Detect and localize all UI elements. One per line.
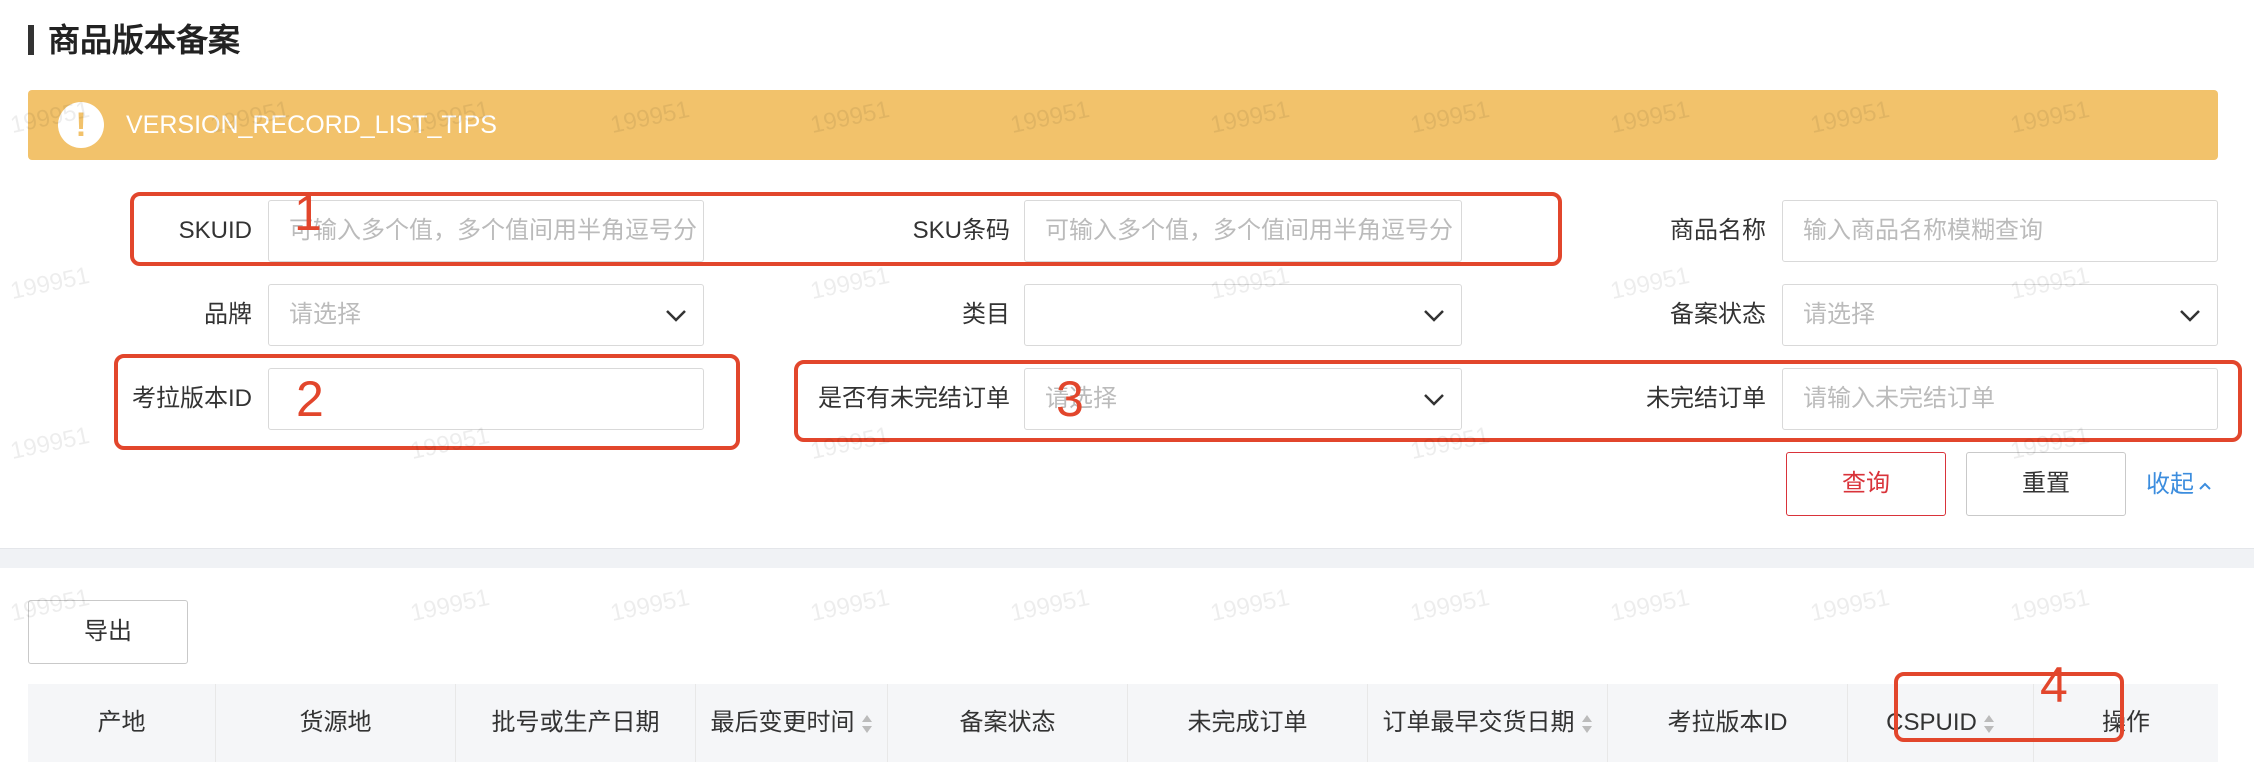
column-header-source: 货源地: [216, 684, 456, 762]
collapse-link[interactable]: 收起: [2146, 468, 2212, 502]
column-header-last-modified-label: 最后变更时间: [710, 709, 855, 736]
export-button[interactable]: 导出: [28, 600, 188, 664]
product-name-label: 商品名称: [1670, 217, 1766, 244]
brand-label: 品牌: [204, 301, 252, 328]
page-title: 商品版本备案: [48, 22, 241, 58]
table-header: 产地 货源地 批号或生产日期 最后变更时间 备案状态 未完成订单 订单最早交货日…: [28, 684, 2218, 762]
annotation-number-3: 3: [1056, 371, 1084, 427]
chevron-down-icon: [1424, 310, 1444, 322]
record-status-select-value: 请选择: [1803, 301, 1875, 328]
annotation-box-2: [114, 354, 740, 450]
annotation-number-1: 1: [294, 185, 322, 241]
column-header-record-status: 备案状态: [888, 684, 1128, 762]
category-select[interactable]: [1024, 284, 1462, 346]
column-header-batch: 批号或生产日期: [456, 684, 696, 762]
query-button[interactable]: 查询: [1786, 452, 1946, 516]
annotation-number-4: 4: [2040, 657, 2068, 713]
column-header-origin: 产地: [28, 684, 216, 762]
record-status-label: 备案状态: [1670, 301, 1766, 328]
annotation-number-2: 2: [296, 371, 324, 427]
column-header-earliest-delivery-label: 订单最早交货日期: [1382, 709, 1575, 736]
sort-icon: [1581, 714, 1592, 733]
brand-select[interactable]: 请选择: [268, 284, 704, 346]
column-header-earliest-delivery[interactable]: 订单最早交货日期: [1368, 684, 1608, 762]
annotation-box-4: [1894, 672, 2124, 742]
column-header-unfinished-order: 未完成订单: [1128, 684, 1368, 762]
reset-button[interactable]: 重置: [1966, 452, 2126, 516]
chevron-up-icon: [2199, 482, 2211, 490]
column-header-kaola-version-id: 考拉版本ID: [1608, 684, 1848, 762]
sort-icon: [861, 714, 872, 733]
tips-text: VERSION_RECORD_LIST_TIPS: [126, 111, 497, 139]
annotation-box-3: [794, 360, 2242, 442]
record-status-select[interactable]: 请选择: [1782, 284, 2218, 346]
category-label: 类目: [962, 301, 1010, 328]
brand-select-value: 请选择: [289, 301, 361, 328]
annotation-box-1: [130, 192, 1562, 266]
column-header-last-modified[interactable]: 最后变更时间: [696, 684, 888, 762]
collapse-label: 收起: [2146, 471, 2194, 498]
chevron-down-icon: [666, 310, 686, 322]
tips-banner: ! VERSION_RECORD_LIST_TIPS: [28, 90, 2218, 160]
exclamation-icon: !: [58, 102, 104, 148]
title-accent-bar: [28, 25, 34, 55]
chevron-down-icon: [2180, 310, 2200, 322]
product-name-input[interactable]: 输入商品名称模糊查询: [1782, 200, 2218, 262]
